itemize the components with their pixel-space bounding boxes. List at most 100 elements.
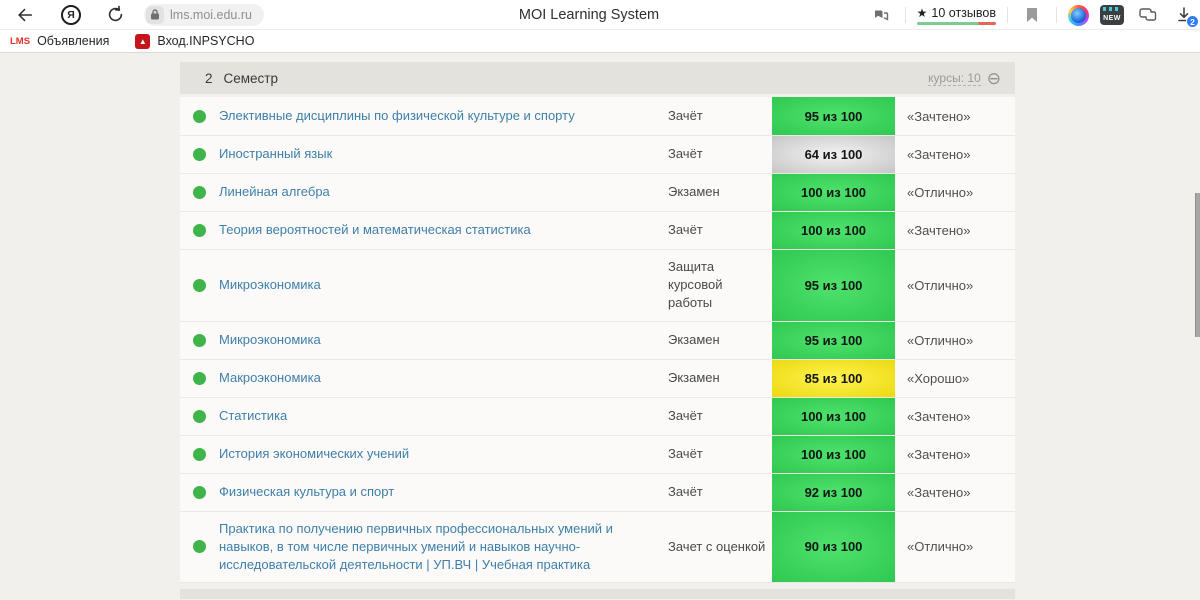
- course-row: Статистика Зачёт 100 из 100 «Зачтено»: [180, 396, 1015, 435]
- tab-groups-button[interactable]: [1135, 2, 1161, 28]
- course-name-cell: Физическая культура и спорт: [218, 474, 668, 511]
- score-cell: 95 из 100: [772, 321, 895, 359]
- scrollbar-thumb[interactable]: [1195, 193, 1200, 337]
- back-button[interactable]: [12, 2, 38, 28]
- score-badge: 64 из 100: [772, 136, 895, 173]
- course-link[interactable]: История экономических учений: [219, 445, 409, 463]
- status-dot-icon: [192, 186, 206, 199]
- refresh-button[interactable]: [102, 2, 128, 28]
- score-badge: 100 из 100: [772, 174, 895, 211]
- score-badge: 85 из 100: [772, 359, 895, 397]
- course-row: Макроэкономика Экзамен 85 из 100 «Хорошо…: [180, 358, 1015, 397]
- reviews-rating-bar: [916, 21, 996, 25]
- score-badge: 95 из 100: [772, 97, 895, 135]
- semester-3-header: 3 Семестр курсы: 10 ⊕: [180, 589, 1015, 599]
- status-dot-icon: [192, 485, 206, 499]
- course-link[interactable]: Теория вероятностей и математическая ста…: [219, 221, 531, 239]
- semester-number: 2: [205, 70, 213, 86]
- bookmark-button[interactable]: [1019, 2, 1045, 28]
- grade-label: «Отлично»: [907, 539, 974, 555]
- star-icon: ★: [916, 5, 928, 20]
- courses-count-link[interactable]: курсы: 10: [928, 598, 981, 599]
- course-link[interactable]: Статистика: [219, 407, 287, 425]
- status-cell: [180, 212, 218, 249]
- assessment-type: Экзамен: [668, 184, 720, 200]
- bookmark-label: Объявления: [37, 34, 110, 48]
- grades-table: 2 Семестр курсы: 10 ⊖ Элективные дисципл…: [180, 62, 1015, 599]
- grade-label: «Зачтено»: [907, 223, 971, 238]
- bookmark-item-inpsycho[interactable]: ▲ Вход.INPSYCHO: [135, 33, 255, 49]
- toolbar-divider: [1056, 7, 1057, 23]
- toolbar-divider: [1007, 7, 1008, 23]
- page-title: MOI Learning System: [518, 7, 660, 23]
- course-link[interactable]: Физическая культура и спорт: [219, 483, 394, 501]
- status-dot-icon: [192, 409, 206, 423]
- expand-icon[interactable]: ⊕: [987, 597, 1001, 599]
- browser-toolbar: Я lms.moi.edu.ru MOI Learning System ★ 1…: [0, 0, 1200, 30]
- score-text: 92 из 100: [804, 484, 863, 500]
- address-bar[interactable]: lms.moi.edu.ru: [144, 3, 264, 26]
- course-name-cell: Теория вероятностей и математическая ста…: [218, 212, 668, 249]
- courses-count-link[interactable]: курсы: 10: [928, 71, 981, 86]
- status-dot-icon: [192, 447, 206, 461]
- assessment-type: Зачёт: [668, 107, 703, 123]
- url-text: lms.moi.edu.ru: [170, 7, 252, 22]
- score-cell: 95 из 100: [772, 250, 895, 321]
- assessment-type: Зачёт: [668, 146, 703, 162]
- collapse-icon[interactable]: ⊖: [987, 70, 1001, 87]
- status-dot-icon: [192, 278, 206, 292]
- status-dot-icon: [192, 333, 206, 347]
- semester-word: Семестр: [223, 70, 279, 86]
- score-cell: 100 из 100: [772, 212, 895, 249]
- status-dot-icon: [192, 109, 206, 123]
- score-cell: 100 из 100: [772, 435, 895, 473]
- score-badge: 100 из 100: [772, 397, 895, 435]
- score-text: 100 из 100: [800, 185, 867, 200]
- lock-chip[interactable]: [146, 5, 164, 24]
- status-cell: [180, 474, 218, 511]
- bookmark-icon: [1027, 8, 1037, 22]
- score-text: 85 из 100: [804, 370, 863, 386]
- collections-button[interactable]: [868, 2, 894, 28]
- status-dot-icon: [192, 371, 206, 385]
- grade-label: «Хорошо»: [907, 370, 970, 386]
- reviews-widget[interactable]: ★ 10 отзывов: [916, 5, 996, 25]
- grade-label: «Зачтено»: [907, 408, 971, 424]
- course-link[interactable]: Микроэкономика: [219, 331, 321, 349]
- course-link[interactable]: Иностранный язык: [219, 145, 332, 163]
- bookmark-label: Вход.INPSYCHO: [157, 34, 255, 48]
- semester-title: 2 Семестр: [205, 71, 278, 86]
- extension-browser-icon[interactable]: [1068, 4, 1089, 26]
- course-link[interactable]: Макроэкономика: [219, 369, 321, 387]
- course-name-cell: Микроэкономика: [218, 322, 668, 359]
- extension-new-movies-icon[interactable]: NEW: [1100, 5, 1124, 25]
- course-link[interactable]: Линейная алгебра: [219, 183, 330, 201]
- semester-controls: курсы: 10 ⊕: [928, 597, 1001, 599]
- status-dot-icon: [192, 224, 206, 237]
- score-cell: 95 из 100: [772, 97, 895, 135]
- score-text: 90 из 100: [804, 539, 863, 555]
- assessment-type: Зачёт: [668, 407, 703, 423]
- toolbar-divider: [904, 7, 906, 23]
- assessment-type: Зачёт: [668, 222, 703, 238]
- yandex-button[interactable]: Я: [58, 2, 84, 28]
- status-cell: [180, 174, 218, 211]
- score-cell: 100 из 100: [772, 397, 895, 435]
- semester-word: Семестр: [224, 598, 279, 599]
- course-row: Микроэкономика Защита курсовой работы 95…: [180, 249, 1015, 321]
- bookmark-item-announcements[interactable]: LMS Объявления: [10, 34, 109, 48]
- downloads-button[interactable]: 2: [1172, 2, 1199, 28]
- course-link[interactable]: Микроэкономика: [219, 276, 321, 294]
- score-badge: 92 из 100: [772, 473, 895, 511]
- score-text: 100 из 100: [800, 446, 867, 462]
- refresh-icon: [108, 5, 122, 22]
- course-rows: Элективные дисциплины по физической куль…: [180, 97, 1015, 584]
- course-link[interactable]: Практика по получению первичных професси…: [219, 520, 656, 575]
- score-badge: 100 из 100: [772, 212, 895, 249]
- score-badge: 100 из 100: [772, 435, 895, 473]
- course-link[interactable]: Элективные дисциплины по физической куль…: [219, 107, 575, 125]
- score-cell: 100 из 100: [772, 174, 895, 211]
- assessment-type: Экзамен: [668, 369, 720, 385]
- score-badge: 90 из 100: [772, 511, 895, 583]
- status-dot-icon: [192, 148, 206, 161]
